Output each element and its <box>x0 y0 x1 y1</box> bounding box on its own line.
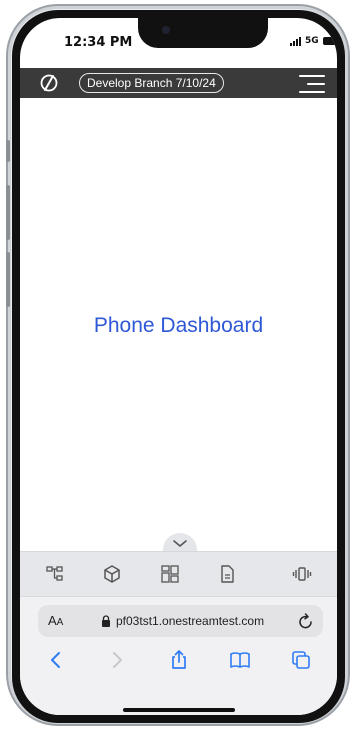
signal-icon <box>290 36 301 46</box>
chevron-down-icon <box>173 540 187 547</box>
onestream-logo-icon[interactable] <box>39 73 59 93</box>
share-icon[interactable] <box>168 649 190 671</box>
silent-switch <box>6 140 10 162</box>
safari-bar: AA pf03tst1.onestreamtest.com <box>20 596 337 715</box>
reader-text-size-button[interactable]: AA <box>48 613 63 628</box>
lock-icon <box>102 615 110 627</box>
page-title: Phone Dashboard <box>93 314 264 337</box>
document-icon[interactable] <box>217 564 237 584</box>
cube-icon[interactable] <box>102 564 122 584</box>
url-text: pf03tst1.onestreamtest.com <box>116 614 265 628</box>
hamburger-menu-icon[interactable] <box>299 75 325 93</box>
hierarchy-icon[interactable] <box>45 564 65 584</box>
volume-down-button <box>6 252 10 307</box>
bookmarks-icon[interactable] <box>229 649 251 671</box>
forward-icon[interactable] <box>106 649 128 671</box>
dashboard-layout-icon[interactable] <box>160 564 180 584</box>
status-time: 12:34 PM <box>64 35 133 50</box>
address-bar[interactable]: AA pf03tst1.onestreamtest.com <box>38 605 323 637</box>
camera-dot <box>162 26 170 34</box>
battery-icon <box>322 37 337 45</box>
tabs-icon[interactable] <box>290 649 312 671</box>
reload-icon[interactable] <box>298 612 314 630</box>
volume-up-button <box>6 185 10 240</box>
carousel-icon[interactable] <box>292 564 312 584</box>
branch-badge[interactable]: Develop Branch 7/10/24 <box>79 73 224 93</box>
back-icon[interactable] <box>45 649 67 671</box>
network-label: 5G <box>305 36 319 46</box>
status-indicators: 5G <box>290 36 337 46</box>
app-header: Develop Branch 7/10/24 <box>20 68 337 98</box>
dashboard-toolbar <box>20 551 337 596</box>
collapse-toolbar-button[interactable] <box>163 533 197 551</box>
home-indicator[interactable] <box>123 708 235 712</box>
phone-screen: 12:34 PM 5G Develop Branch 7/10/24 Phone… <box>20 18 337 715</box>
notch <box>138 18 268 48</box>
